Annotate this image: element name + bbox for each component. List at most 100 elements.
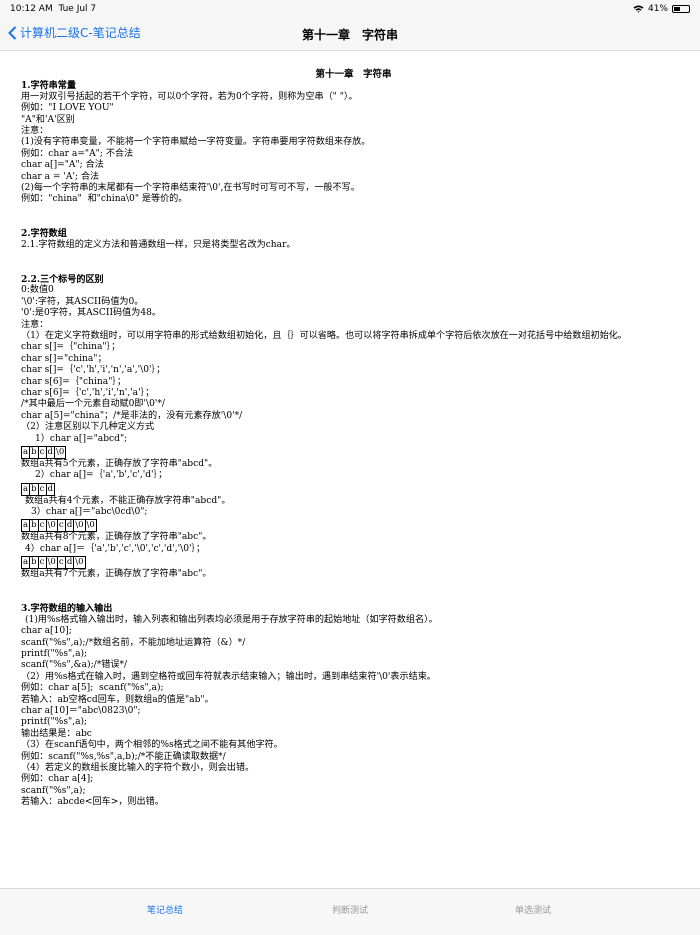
code-line: 2）char a[]=｛'a','b','c','d'｝； — [35, 470, 168, 481]
battery-percent: 41% — [647, 4, 668, 14]
array-cell: \0 — [75, 520, 86, 532]
text-line: '0':是0字符，其ASCII码值为48。 — [21, 308, 161, 319]
tab-bar: 笔记总结 判断测试 单选测试 — [0, 888, 700, 935]
array-cell: b — [31, 446, 39, 458]
note-content[interactable]: 第十一章 字符串 1.字符串常量 用一对双引号括起的若干个字符，可以0个字符，若… — [0, 51, 700, 888]
text-line: char a = 'A'; 合法 — [21, 171, 100, 182]
array-cells: abcd — [21, 482, 686, 496]
text-line: 2.1.字符数组的定义方法和普通数组一样，只是将类型名改为char。 — [21, 239, 296, 250]
array-cell: c — [39, 483, 47, 495]
array-cell: c — [58, 520, 66, 532]
code-line: char s[6]=｛"china"｝； — [21, 376, 127, 387]
text-line: 注意： — [21, 319, 49, 330]
array-cell: d — [66, 557, 75, 569]
code-line: char a[10]; — [21, 626, 72, 637]
text-line: 例如：char a[4]; — [21, 774, 94, 785]
array-cell: c — [39, 520, 47, 532]
text-line: （1）在定义字符数组时，可以用字符串的形式给数组初始化，且｛｝可以省略。也可以将… — [21, 330, 627, 341]
text-line: （2）注意区别以下几种定义方式 — [21, 422, 155, 433]
text-line: 例如："I LOVE YOU" — [21, 103, 114, 114]
array-cell: d — [66, 520, 75, 532]
array-cell: b — [31, 557, 39, 569]
array-cell: b — [31, 483, 39, 495]
text-line: 用一对双引号括起的若干个字符，可以0个字符，若为0个字符，则称为空串（" "）。 — [21, 91, 358, 102]
code-line: 3）char a[]＝"abc\0cd\0"; — [31, 507, 148, 518]
text-line: 若输入：abcde<回车>，则出错。 — [21, 797, 164, 808]
text-line: 数组a共有5个元素，正确存放了字符串"abcd"。 — [21, 458, 218, 469]
text-line: 数组a共有7个元素，正确存放了字符串"abc"。 — [21, 569, 212, 580]
array-cell: d — [47, 446, 55, 458]
array-cell: c — [58, 557, 66, 569]
array-cell: c — [39, 557, 47, 569]
code-line: char s[]="china"； — [21, 353, 107, 364]
code-line: scanf("%s",a);/*数组名前，不能加地址运算符（&）*/ — [21, 637, 246, 648]
array-cells: a b c \0 c d \0 \0 — [21, 518, 686, 533]
status-time: 10:12 AM Tue Jul 7 — [10, 4, 97, 14]
code-line: char s[6]=｛'c','h','i','n','a'｝； — [21, 387, 155, 398]
text-line: (1)没有字符串变量，不能将一个字符串赋给一字符变量。字符串要用字符数组来存放。 — [21, 137, 371, 148]
text-line: '\0':字符，其ASCII码值为0。 — [21, 296, 144, 307]
array-cell-box: a b c d \0 — [21, 445, 67, 459]
text-line: 例如：char a="A"; 不合法 — [21, 148, 134, 159]
array-cell: \0 — [47, 520, 58, 532]
text-line: 数组a共有8个元素，正确存放了字符串"abc"。 — [21, 532, 212, 543]
tab-notes-summary[interactable]: 笔记总结 — [105, 903, 225, 916]
array-cell: b — [31, 520, 39, 532]
array-cell: a — [23, 557, 31, 569]
text-line: 例如：scanf("%s,%s",a,b);/*不能正确读取数据*/ — [21, 751, 226, 762]
array-cells: a b c \0 c d \0 — [21, 555, 686, 570]
tab-single-choice-test[interactable]: 单选测试 — [473, 903, 593, 916]
code-line: char s[]=｛'c','h','i','n','a','\0'｝； — [21, 365, 166, 376]
text-line: 0:数值0 — [21, 285, 54, 296]
text-line: （3）在scanf语句中，两个相邻的%s格式之间不能有其他字符。 — [21, 740, 283, 751]
battery-icon — [672, 5, 690, 13]
code-line: scanf("%s",&a);/*错误*/ — [21, 660, 128, 671]
array-cell-box: abcd — [21, 482, 55, 496]
chapter-title: 第十一章 字符串 — [315, 69, 392, 80]
code-line: printf("%s",a); — [21, 717, 88, 728]
text-line: 例如：char a[5]; scanf("%s",a); — [21, 683, 164, 694]
section-heading: 1.字符串常量 — [21, 80, 76, 92]
text-line: 若输入：ab空格cd回车，则数组a的值是"ab"。 — [21, 694, 214, 705]
text-line: 注意： — [21, 125, 49, 136]
array-cell: c — [39, 446, 47, 458]
section-heading: 2.2.三个标号的区别 — [21, 274, 104, 286]
array-cell: \0 — [55, 446, 65, 457]
status-bar: 10:12 AM Tue Jul 7 41% — [0, 0, 700, 18]
code-line: 4）char a[]＝｛'a','b','c','\0','c','d','\0… — [25, 543, 206, 554]
tab-true-false-test[interactable]: 判断测试 — [290, 903, 410, 916]
text-line: (2)每一个字符串的末尾都有一个字符串结束符'\0',在书写时可写可不写，一般不… — [21, 182, 360, 193]
code-line: scanf("%s",a); — [21, 785, 86, 796]
text-line: 例如："china" 和"china\0" 是等价的。 — [21, 194, 188, 205]
array-cell: d — [47, 483, 53, 494]
text-line: char a[]="A"; 合法 — [21, 160, 104, 171]
code-line: char s[]=｛"china"｝； — [21, 342, 121, 353]
code-line: char a[10]＝"abc\0823\0"; — [21, 705, 141, 716]
code-line: char a[5]="china"；/*是非法的，没有元素存放'\0'*/ — [21, 410, 243, 421]
text-line: (1)用%s格式输入输出时，输入列表和输出列表均必须是用于存放字符串的起始地址（… — [25, 614, 438, 625]
array-cell: \0 — [47, 557, 58, 569]
text-line: 数组a共有4个元素，不能正确存放字符串"abcd"。 — [25, 495, 231, 506]
navigation-bar: 计算机二级C-笔记总结 第十一章 字符串 — [0, 18, 700, 51]
document: 第十一章 字符串 1.字符串常量 用一对双引号括起的若干个字符，可以0个字符，若… — [21, 69, 686, 808]
array-cell: a — [23, 483, 31, 495]
code-line: /*其中最后一个元素自动赋0即'\0'*/ — [21, 399, 165, 410]
array-cells: a b c d \0 — [21, 445, 686, 459]
section-heading: 3.字符数组的输入输出 — [21, 603, 113, 615]
text-line: （4）若定义的数组长度比输入的字符个数小，则会出错。 — [21, 762, 255, 773]
code-line: printf("%s",a); — [21, 648, 88, 659]
status-date: Tue Jul 7 — [58, 4, 97, 14]
array-cell: a — [23, 446, 31, 458]
wifi-icon — [633, 5, 644, 13]
array-cell-box: a b c \0 c d \0 \0 — [21, 519, 97, 533]
text-line: （2）用%s格式在输入时，遇到空格符或回车符就表示结束输入；输出时，遇到串结束符… — [21, 671, 436, 682]
code-line: 1）char a[]="abcd"; — [35, 433, 128, 444]
page-title: 第十一章 字符串 — [301, 28, 398, 42]
text-line: "A"和'A'区别 — [21, 114, 75, 125]
array-cell: \0 — [75, 557, 84, 568]
array-cell: \0 — [86, 520, 95, 531]
section-heading: 2.字符数组 — [21, 228, 67, 240]
array-cell-box: a b c \0 c d \0 — [21, 556, 86, 570]
array-cell: a — [23, 520, 31, 532]
text-line: 输出结果是：abc — [21, 728, 92, 739]
